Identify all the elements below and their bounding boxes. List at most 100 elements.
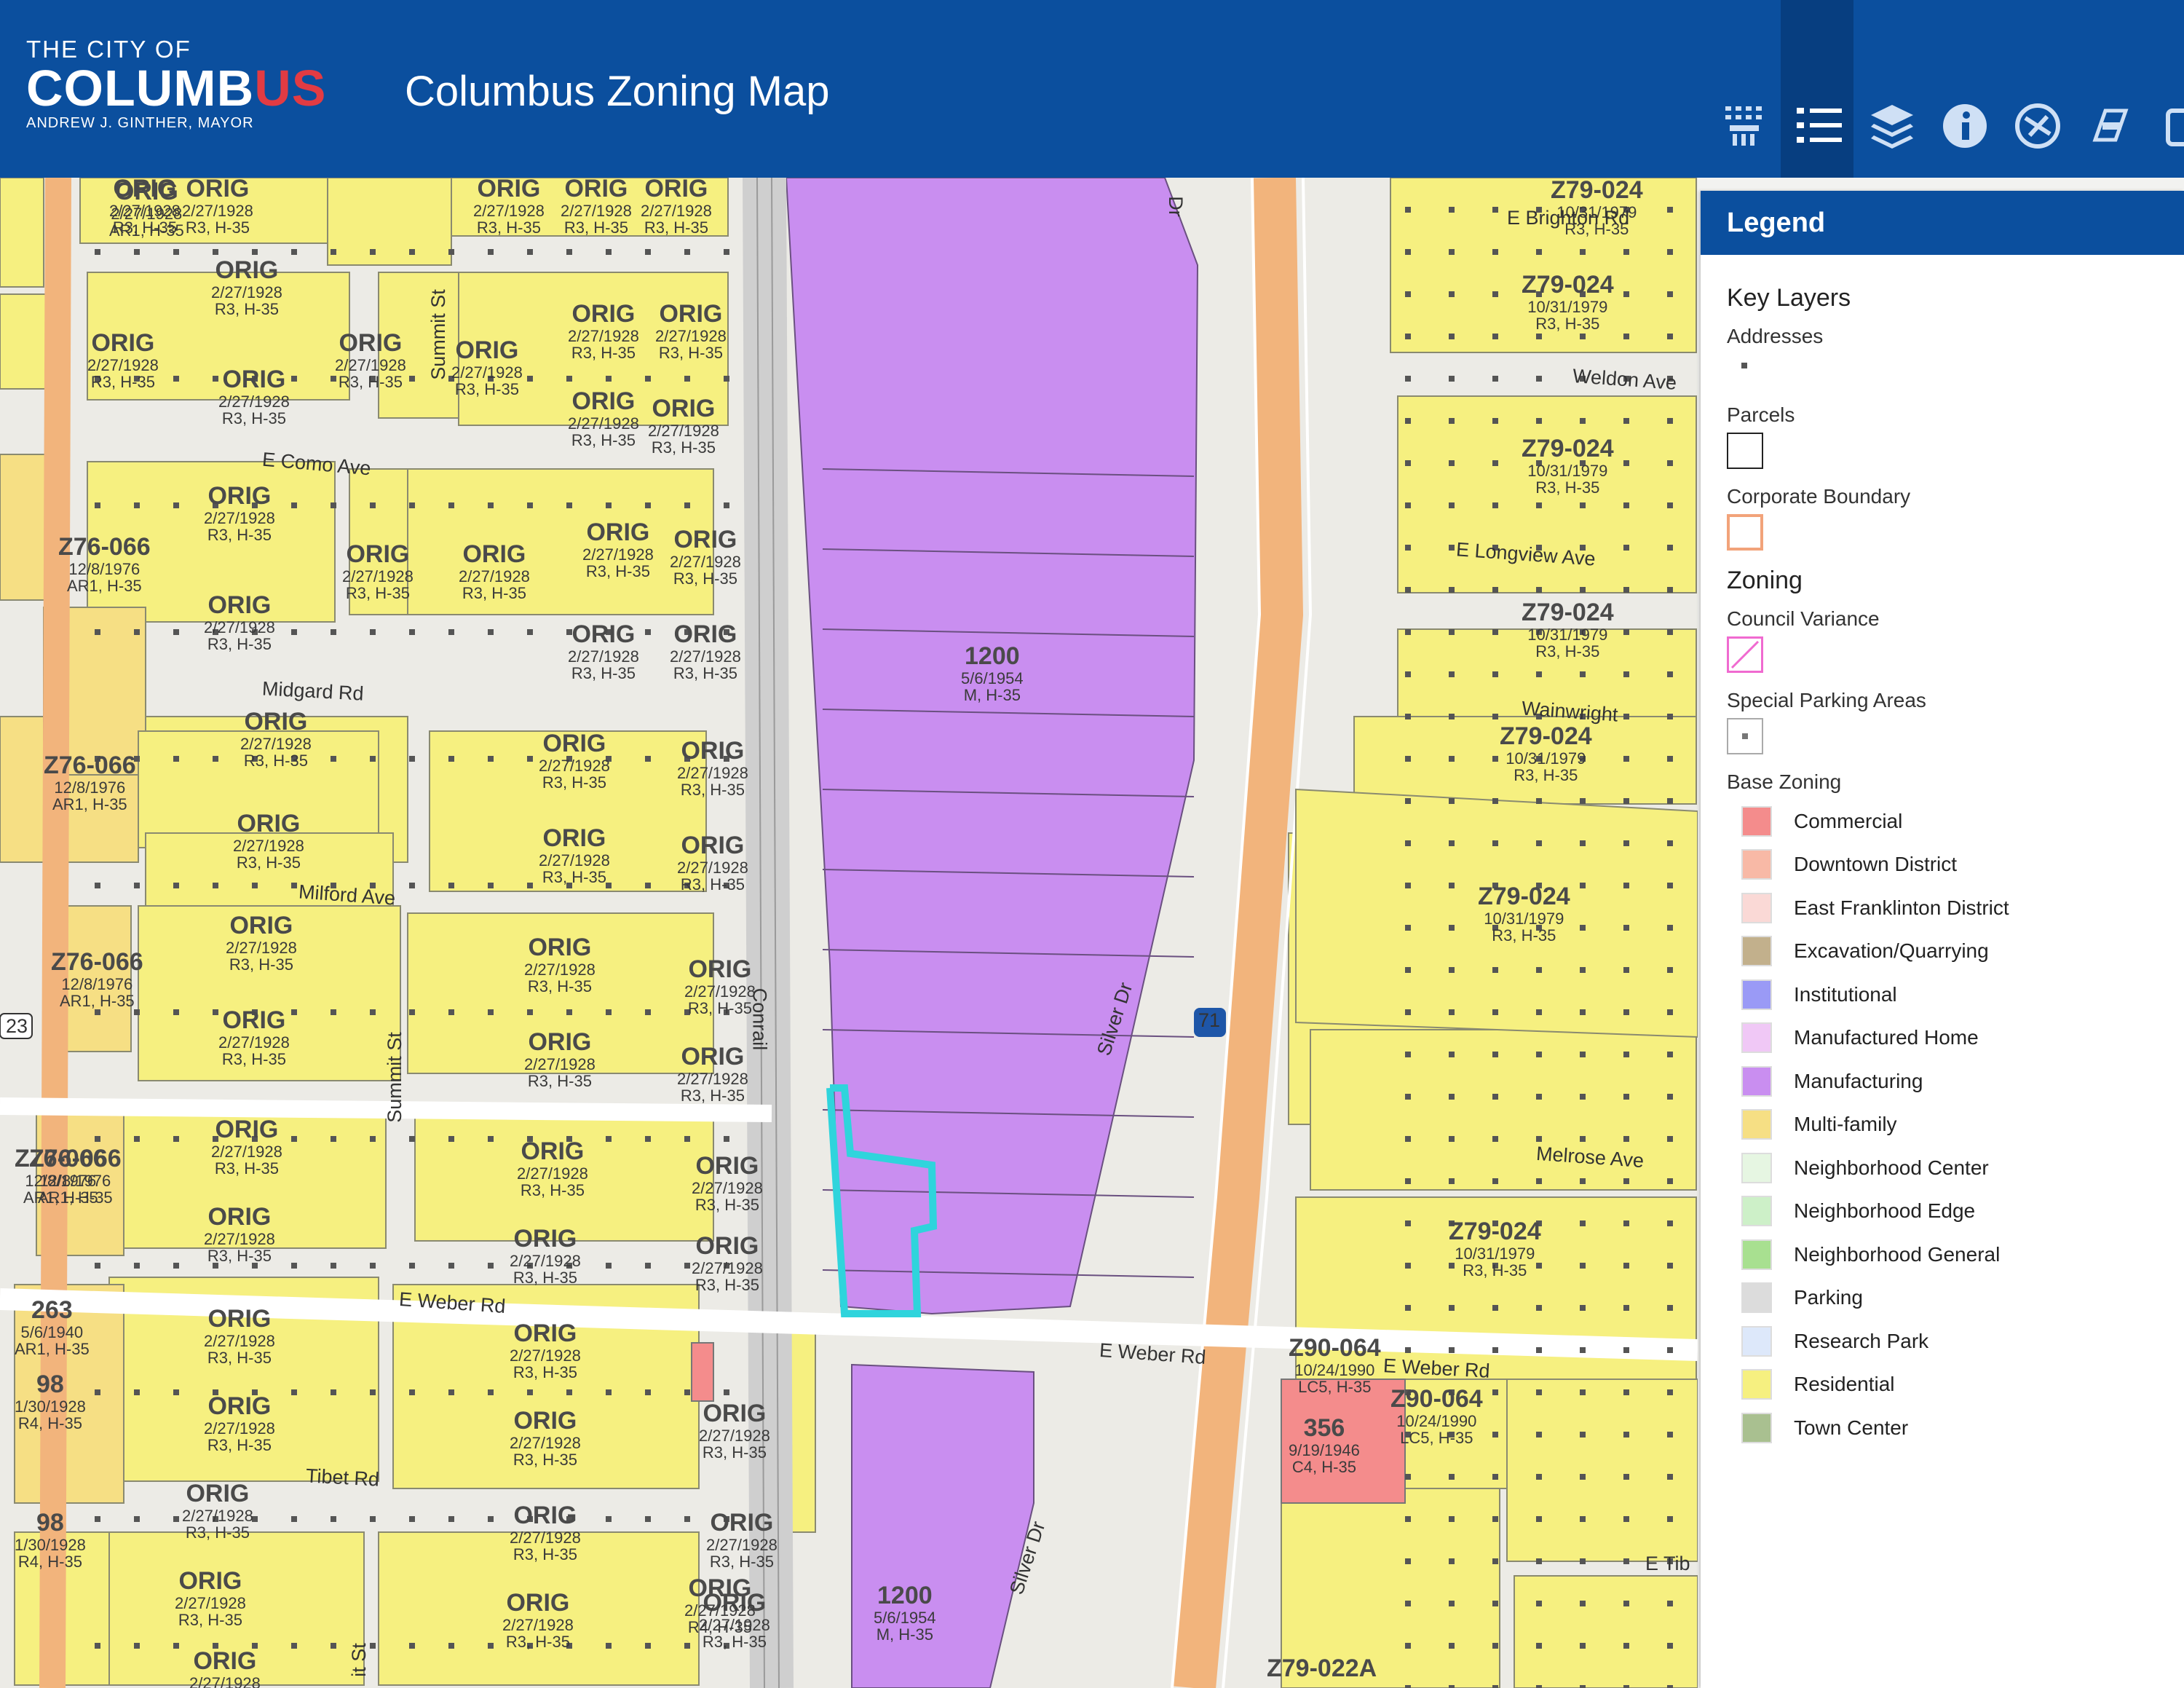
address-point (1580, 671, 1586, 677)
zoning-district: R3, H-35 (462, 583, 526, 602)
zoning-code: ORIG (659, 300, 723, 328)
zoning-block (1506, 1379, 1698, 1562)
address-point (173, 1643, 179, 1649)
address-point (291, 1263, 297, 1269)
address-point (1536, 840, 1542, 846)
address-point (1405, 1052, 1411, 1057)
address-point (134, 1643, 140, 1649)
zoning-district: R3, H-35 (1463, 1261, 1527, 1279)
address-point (173, 1516, 179, 1522)
address-point (409, 883, 415, 888)
address-point (1580, 925, 1586, 931)
address-point (1623, 587, 1629, 593)
legend-item: Town Center (1727, 1406, 2184, 1450)
zoning-date: 2/27/1928 (182, 1506, 253, 1525)
legend-item-label: Manufactured Home (1794, 1026, 1979, 1049)
layers-button[interactable] (1853, 0, 1926, 178)
zoning-date: 2/27/1928 (211, 283, 282, 301)
zoning-district: R3, H-35 (680, 780, 745, 799)
zoning-date: 5/6/1954 (874, 1608, 936, 1627)
address-point (1536, 798, 1542, 804)
zoning-code: ORIG (462, 540, 526, 568)
zoning-district: R3, H-35 (207, 1246, 272, 1265)
address-point (488, 249, 494, 255)
address-point (1667, 671, 1673, 677)
legend-body: Key Layers Addresses Parcels Corporate B… (1727, 284, 2184, 1450)
address-point (606, 376, 612, 382)
legend-button[interactable] (1781, 0, 1853, 178)
address-point (1449, 1558, 1455, 1564)
basemap-gallery-button[interactable] (1708, 0, 1781, 178)
address-point (1580, 798, 1586, 804)
street-label: Summit St (383, 1032, 405, 1123)
share-icon (2166, 109, 2184, 146)
zoning-date: 2/27/1928 (677, 1069, 748, 1088)
zoning-code: ORIG (528, 934, 592, 961)
city-logo[interactable]: THE CITY OF COLUMBUS ANDREW J. GINTHER, … (26, 36, 326, 133)
legend-item-label: Neighborhood Edge (1794, 1199, 1976, 1223)
zoning-date: 2/27/1928 (706, 1535, 778, 1554)
address-point (1623, 1432, 1629, 1437)
zoning-code: ORIG (688, 955, 752, 983)
legend-item: Neighborhood General (1727, 1233, 2184, 1277)
zoning-label: ORIG2/27/1928R3, H-35 (699, 1400, 770, 1461)
address-point (1492, 1432, 1498, 1437)
measure-button[interactable] (1999, 0, 2072, 178)
zoning-code: ORIG (193, 1647, 257, 1675)
address-point (1492, 502, 1498, 508)
zoning-block (327, 178, 452, 266)
zoning-district: AR1, H-35 (15, 1339, 90, 1358)
zoning-district: R3, H-35 (542, 773, 606, 792)
address-point (1580, 1052, 1586, 1057)
zoning-label: Z76-066 12/8/1976 AR1, H-35 (58, 534, 151, 594)
council-variance-label: Council Variance (1727, 607, 1880, 630)
address-point (1405, 1094, 1411, 1100)
address-point (684, 1263, 690, 1269)
address-point (1492, 1347, 1498, 1353)
address-point (1623, 418, 1629, 424)
addresses-label: Addresses (1727, 325, 1824, 347)
zoning-code: ORIG (528, 1028, 592, 1056)
zoning-date: 2/27/1928 (204, 1331, 275, 1350)
zoning-district: R3, H-35 (476, 218, 541, 237)
zoning-label: ORIG2/27/1928R3, H-35 (561, 178, 632, 236)
zoning-date: 2/27/1928 (204, 508, 275, 527)
zoning-date: 2/27/1928 (539, 851, 610, 869)
address-point (134, 1516, 140, 1522)
zoning-code: ORIG (681, 737, 745, 765)
zoning-label: ORIG2/27/1928R3, H-35 (524, 934, 596, 995)
info-icon (1943, 104, 1987, 148)
street-label: Tibet Rd (305, 1464, 380, 1491)
zoning-label: ORIG2/27/1928R3, H-35 (517, 1138, 588, 1199)
zoning-code: Z90-064 (1289, 1334, 1381, 1362)
zoning-code: Z76-066 (44, 752, 136, 779)
address-point (1667, 714, 1673, 719)
address-point (1449, 1347, 1455, 1353)
legend-item-label: Residential (1794, 1373, 1895, 1396)
zoning-map[interactable]: ORIG 2/27/1928 R3, H-35 ORIG 2/27/1928 R3, H-… (0, 178, 1698, 1688)
address-point (488, 1009, 494, 1015)
address-point (1536, 1178, 1542, 1184)
address-point (331, 1516, 336, 1522)
address-point (1667, 418, 1673, 424)
zoning-block (1514, 1575, 1698, 1688)
zoning-district: R3, H-35 (695, 1275, 759, 1294)
address-point (645, 883, 651, 888)
zoning-date: 2/27/1928 (539, 756, 610, 775)
address-point (1623, 1347, 1629, 1353)
zoning-code: Z79-024 (1449, 1218, 1541, 1245)
zoning-code: ORIG (207, 482, 272, 510)
share-button[interactable] (2145, 0, 2184, 178)
print-button[interactable] (2072, 0, 2145, 178)
address-point (488, 756, 494, 762)
info-button[interactable] (1926, 0, 1999, 178)
address-point (1449, 1643, 1455, 1649)
address-point (448, 883, 454, 888)
zoning-date: 2/27/1928 (204, 1419, 275, 1437)
address-point (95, 1263, 100, 1269)
address-point (1667, 1009, 1673, 1015)
zoning-date: 2/27/1928 (240, 734, 312, 753)
zoning-district: R3, H-35 (243, 751, 308, 770)
address-point (1667, 587, 1673, 593)
zoning-code: Z79-024 (1500, 722, 1592, 750)
